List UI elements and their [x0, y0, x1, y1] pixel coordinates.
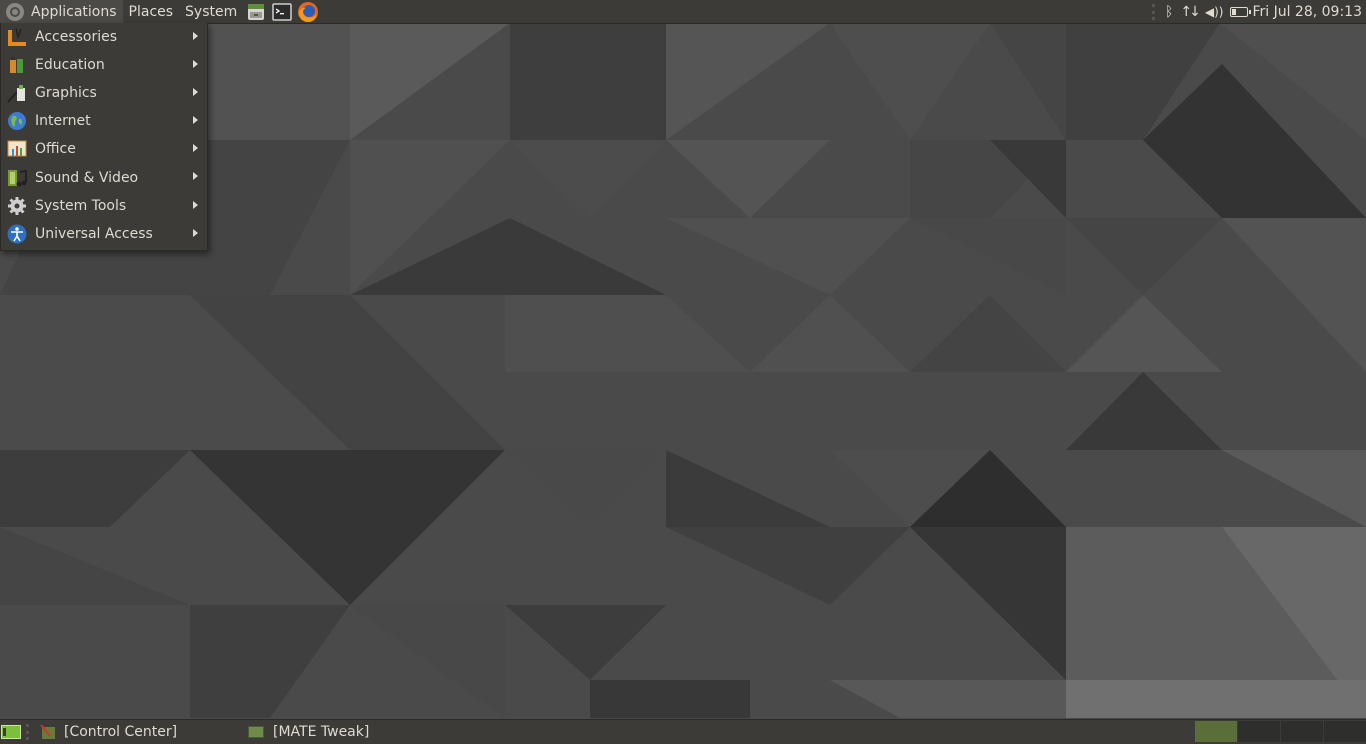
show-desktop-button[interactable] — [1, 725, 21, 739]
menu-item-label: Education — [35, 57, 105, 74]
menu-item-graphics[interactable]: Graphics — [1, 79, 207, 107]
office-icon — [6, 138, 28, 160]
bottom-panel: [Control Center] [MATE Tweak] — [0, 719, 1366, 744]
system-tools-icon — [6, 195, 28, 217]
workspace-blank — [1152, 721, 1194, 742]
submenu-arrow-icon — [193, 116, 198, 125]
system-menu-button[interactable]: System — [179, 0, 243, 23]
volume-icon[interactable]: ◀)) — [1205, 5, 1224, 19]
menu-item-label: Office — [35, 141, 76, 158]
window-list-handle[interactable] — [26, 724, 32, 740]
bluetooth-icon[interactable]: ᛒ — [1165, 4, 1173, 20]
workspace-switcher — [1152, 721, 1366, 744]
taskbar-item-mate-tweak[interactable]: [MATE Tweak] — [248, 720, 369, 744]
distributor-logo-icon — [6, 2, 24, 21]
menu-item-label: Accessories — [35, 29, 118, 46]
taskbar-item-label: [MATE Tweak] — [273, 724, 370, 740]
taskbar-item-label: [Control Center] — [64, 724, 178, 740]
menu-item-universal-access[interactable]: Universal Access — [1, 220, 207, 248]
terminal-icon — [272, 2, 293, 21]
submenu-arrow-icon — [193, 228, 198, 237]
menu-item-internet[interactable]: Internet — [1, 107, 207, 135]
menu-item-label: Sound & Video — [35, 169, 139, 186]
workspace-1[interactable] — [1194, 721, 1237, 742]
system-tray: ᛒ ↑↓ ◀)) Fri Jul 28, 09:13 — [1151, 0, 1366, 23]
applications-menu-button[interactable]: Applications — [0, 0, 123, 23]
menu-item-sound-video[interactable]: Sound & Video — [1, 163, 207, 191]
menu-item-accessories[interactable]: Accessories — [1, 23, 207, 51]
applications-dropdown-menu: Accessories Education Graphics Internet … — [0, 23, 208, 251]
firefox-icon — [298, 1, 319, 22]
submenu-arrow-icon — [193, 172, 198, 181]
menu-item-label: Graphics — [35, 85, 97, 102]
places-menu-button[interactable]: Places — [123, 0, 180, 23]
applications-label: Applications — [31, 3, 117, 20]
menu-item-education[interactable]: Education — [1, 51, 207, 79]
places-label: Places — [128, 3, 174, 20]
menu-item-office[interactable]: Office — [1, 135, 207, 163]
workspace-3[interactable] — [1280, 721, 1323, 742]
submenu-arrow-icon — [193, 32, 198, 40]
workspace-4[interactable] — [1323, 721, 1366, 742]
network-icon[interactable]: ↑↓ — [1180, 4, 1201, 20]
system-label: System — [185, 3, 238, 20]
control-center-icon — [40, 724, 55, 739]
menu-item-label: System Tools — [35, 197, 127, 214]
submenu-arrow-icon — [193, 88, 198, 97]
file-manager-icon — [248, 3, 265, 20]
internet-icon — [6, 110, 28, 132]
firefox-launcher[interactable] — [297, 1, 319, 23]
top-panel: Applications Places System ᛒ ↑↓ ◀)) Fri … — [0, 0, 1366, 23]
universal-access-icon — [6, 223, 28, 245]
submenu-arrow-icon — [193, 144, 198, 153]
mate-tweak-icon — [248, 726, 264, 738]
education-icon — [6, 54, 28, 76]
accessories-icon — [6, 26, 28, 48]
file-manager-launcher[interactable] — [245, 1, 267, 23]
battery-icon[interactable] — [1230, 6, 1252, 17]
terminal-launcher[interactable] — [271, 1, 293, 23]
menu-item-label: Universal Access — [35, 225, 153, 242]
workspace-2[interactable] — [1237, 721, 1280, 742]
taskbar-item-control-center[interactable]: [Control Center] — [40, 720, 240, 744]
submenu-arrow-icon — [193, 60, 198, 69]
sound-video-icon — [6, 167, 28, 189]
clock[interactable]: Fri Jul 28, 09:13 — [1252, 4, 1362, 20]
menu-item-label: Internet — [35, 113, 91, 130]
submenu-arrow-icon — [193, 200, 198, 209]
menu-item-system-tools[interactable]: System Tools — [1, 192, 207, 220]
graphics-icon — [6, 82, 28, 104]
tray-handle[interactable] — [1151, 3, 1158, 20]
